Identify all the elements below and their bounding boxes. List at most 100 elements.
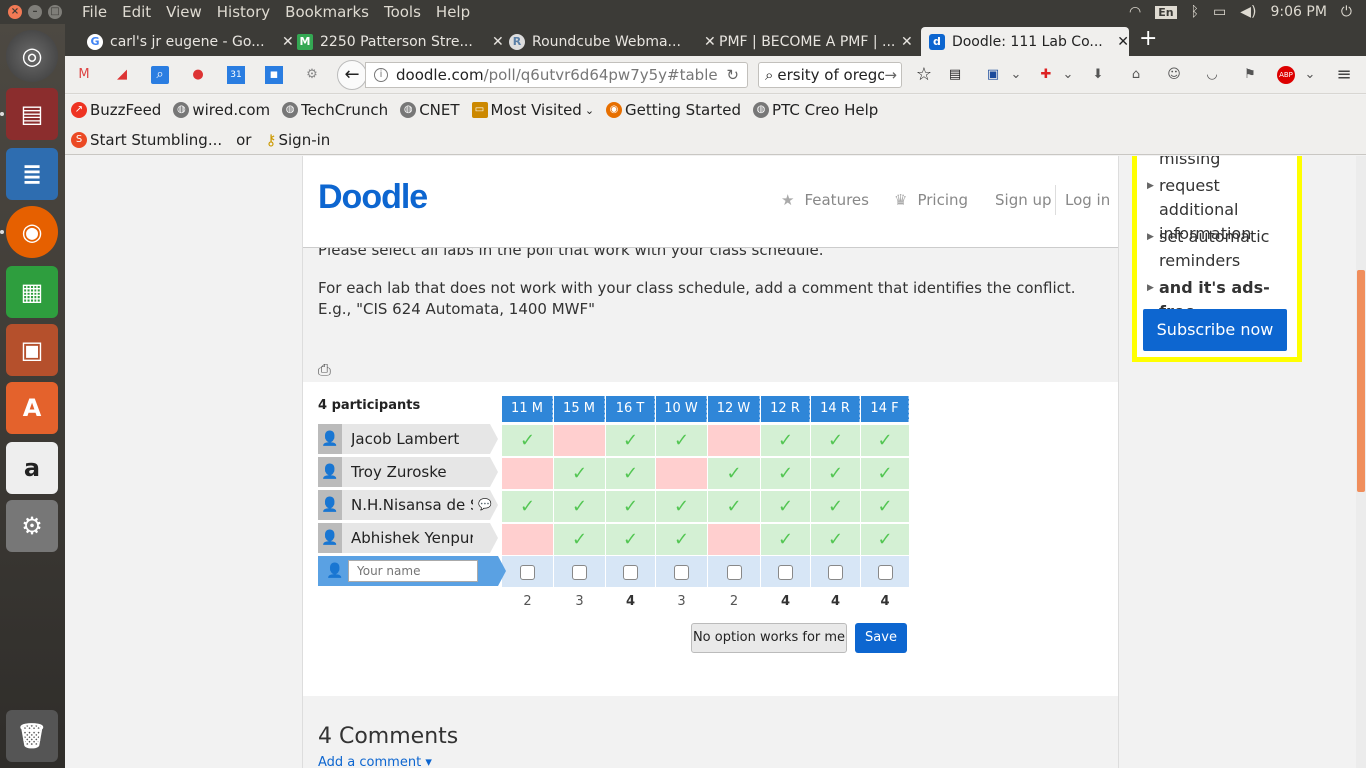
menu-file[interactable]: File — [82, 3, 107, 21]
bluetooth-icon[interactable]: ᛒ — [1191, 4, 1199, 20]
vote-checkbox[interactable] — [877, 564, 893, 580]
clock[interactable]: 9:06 PM — [1271, 4, 1327, 20]
calendar-icon[interactable]: 31 — [227, 66, 245, 84]
vote-checkbox[interactable] — [828, 564, 843, 580]
vote-checkbox-cell[interactable] — [656, 556, 707, 587]
search-go-icon[interactable]: → — [884, 66, 897, 84]
login-link[interactable]: Log in — [1065, 191, 1110, 209]
menu-history[interactable]: History — [217, 3, 270, 21]
maximize-window-icon[interactable]: □ — [48, 5, 62, 19]
battery-icon[interactable]: ▭ — [1213, 4, 1226, 20]
maps-pin-icon[interactable]: ● — [189, 66, 207, 84]
doodle-logo[interactable]: Doodle — [318, 178, 428, 217]
menu-edit[interactable]: Edit — [122, 3, 151, 21]
vote-checkbox-cell[interactable] — [502, 556, 553, 587]
save-button[interactable]: Save — [855, 623, 907, 653]
back-button[interactable]: ← — [337, 60, 367, 90]
firefox-icon[interactable]: ◉ — [6, 206, 58, 258]
stumble-button[interactable]: S Start Stumbling... — [71, 131, 222, 149]
bookmark-techcrunch[interactable]: ◍ TechCrunch — [282, 101, 388, 119]
hamburger-menu-icon[interactable]: ≡ — [1335, 66, 1353, 84]
vote-checkbox[interactable] — [623, 564, 638, 580]
tab-2[interactable]: R Roundcube Webma... ✕ — [501, 27, 717, 56]
vote-checkbox-cell[interactable] — [606, 556, 655, 587]
signin-button[interactable]: ⚷ Sign-in — [265, 131, 330, 149]
rss-icon[interactable]: ◢ — [113, 66, 131, 84]
volume-icon[interactable]: ◀) — [1240, 4, 1256, 20]
gmail-icon[interactable]: M — [75, 66, 93, 84]
vote-checkbox-cell[interactable] — [761, 556, 810, 587]
menu-view[interactable]: View — [166, 3, 202, 21]
pocket-icon[interactable]: ◡ — [1203, 66, 1221, 84]
gear-icon[interactable]: ⚙ — [303, 66, 321, 84]
tab-0[interactable]: G carl's jr eugene - Go... ✕ — [79, 27, 295, 56]
comment-icon[interactable]: 💬 — [478, 498, 492, 511]
vote-checkbox-cell[interactable] — [554, 556, 605, 587]
menu-help[interactable]: Help — [436, 3, 470, 21]
reader-icon[interactable]: ▤ — [946, 66, 964, 84]
vote-checkbox[interactable] — [778, 564, 793, 580]
drive-icon[interactable]: ▪ — [265, 66, 283, 84]
files-icon[interactable]: ▤ — [6, 88, 58, 140]
trash-icon[interactable]: 🗑 — [6, 710, 58, 762]
menu-bookmarks[interactable]: Bookmarks — [285, 3, 369, 21]
minimize-window-icon[interactable]: – — [28, 5, 42, 19]
bookmark-wired[interactable]: ◍ wired.com — [173, 101, 270, 119]
bookmark-star-icon[interactable]: ☆ — [915, 66, 933, 84]
vote-checkbox-cell[interactable] — [811, 556, 860, 587]
add-comment-link[interactable]: Add a comment ▾ — [318, 755, 432, 768]
settings-icon[interactable]: ⚙ — [6, 500, 58, 552]
vote-checkbox-cell[interactable] — [708, 556, 760, 587]
vote-checkbox-cell[interactable] — [861, 556, 909, 587]
bookmark-cnet[interactable]: ◍ CNET — [400, 101, 460, 119]
vote-checkbox[interactable] — [572, 564, 587, 580]
wifi-icon[interactable]: ◠ — [1129, 4, 1141, 20]
features-link[interactable]: ★ Features — [781, 191, 869, 209]
software-center-icon[interactable]: A — [6, 382, 58, 434]
chevron-down-icon[interactable]: ⌄ — [1301, 66, 1319, 84]
search-shortcut-icon[interactable]: ⌕ — [151, 66, 169, 84]
keyboard-layout-indicator[interactable]: En — [1155, 5, 1177, 19]
save-page-icon[interactable]: ▣ — [984, 66, 1002, 84]
bookmark-ptc-creo[interactable]: ◍ PTC Creo Help — [753, 101, 878, 119]
menu-tools[interactable]: Tools — [384, 3, 421, 21]
chevron-down-icon[interactable]: ⌄ — [1059, 66, 1077, 84]
impress-icon[interactable]: ▣ — [6, 324, 58, 376]
vote-checkbox[interactable] — [520, 564, 535, 580]
power-icon[interactable]: ⏻ — [1341, 4, 1352, 20]
close-tab-icon[interactable]: ✕ — [901, 34, 913, 50]
chevron-down-icon[interactable]: ⌄ — [1007, 66, 1025, 84]
search-input[interactable]: ⌕ ersity of oregon → — [758, 62, 902, 88]
vote-checkbox[interactable] — [674, 564, 689, 580]
extension-icon[interactable]: ⚑ — [1241, 66, 1259, 84]
url-bar[interactable]: i doodle.com /poll/q6utvr6d64pw7y5y#tabl… — [365, 62, 748, 88]
download-icon[interactable]: ⬇ — [1089, 66, 1107, 84]
print-icon[interactable]: ⎙ — [318, 360, 338, 379]
addon-icon[interactable]: ✚ — [1037, 66, 1055, 84]
home-icon[interactable]: ⌂ — [1127, 66, 1145, 84]
close-tab-icon[interactable]: ✕ — [1117, 34, 1129, 50]
your-name-input[interactable] — [348, 560, 478, 582]
amazon-icon[interactable]: a — [6, 442, 58, 494]
bookmark-getting-started[interactable]: ◉ Getting Started — [606, 101, 741, 119]
close-window-icon[interactable]: × — [8, 5, 22, 19]
tab-3[interactable]: PMF | BECOME A PMF | ... ✕ — [711, 27, 927, 56]
writer-icon[interactable]: ≣ — [6, 148, 58, 200]
info-icon[interactable]: i — [374, 68, 388, 82]
bookmark-buzzfeed[interactable]: ↗ BuzzFeed — [71, 101, 161, 119]
chat-icon[interactable]: ☺ — [1165, 66, 1183, 84]
ubuntu-dash-icon[interactable]: ◎ — [6, 30, 58, 82]
signup-link[interactable]: Sign up — [995, 191, 1052, 209]
tab-4-active[interactable]: d Doodle: 111 Lab Co... ✕ — [921, 27, 1129, 56]
page-scrollbar[interactable] — [1356, 156, 1366, 768]
scrollbar-thumb[interactable] — [1357, 270, 1365, 492]
tab-1[interactable]: M 2250 Patterson Stre... ✕ — [289, 27, 505, 56]
subscribe-button[interactable]: Subscribe now — [1143, 309, 1287, 351]
adblock-icon[interactable]: ABP — [1277, 66, 1295, 84]
bookmark-most-visited[interactable]: ▭ Most Visited ⌄ — [471, 101, 594, 119]
no-option-button[interactable]: No option works for me — [691, 623, 847, 653]
pricing-link[interactable]: ♛ Pricing — [894, 191, 968, 209]
new-tab-icon[interactable]: + — [1139, 26, 1157, 51]
calc-icon[interactable]: ▦ — [6, 266, 58, 318]
reload-icon[interactable]: ↻ — [726, 66, 739, 84]
